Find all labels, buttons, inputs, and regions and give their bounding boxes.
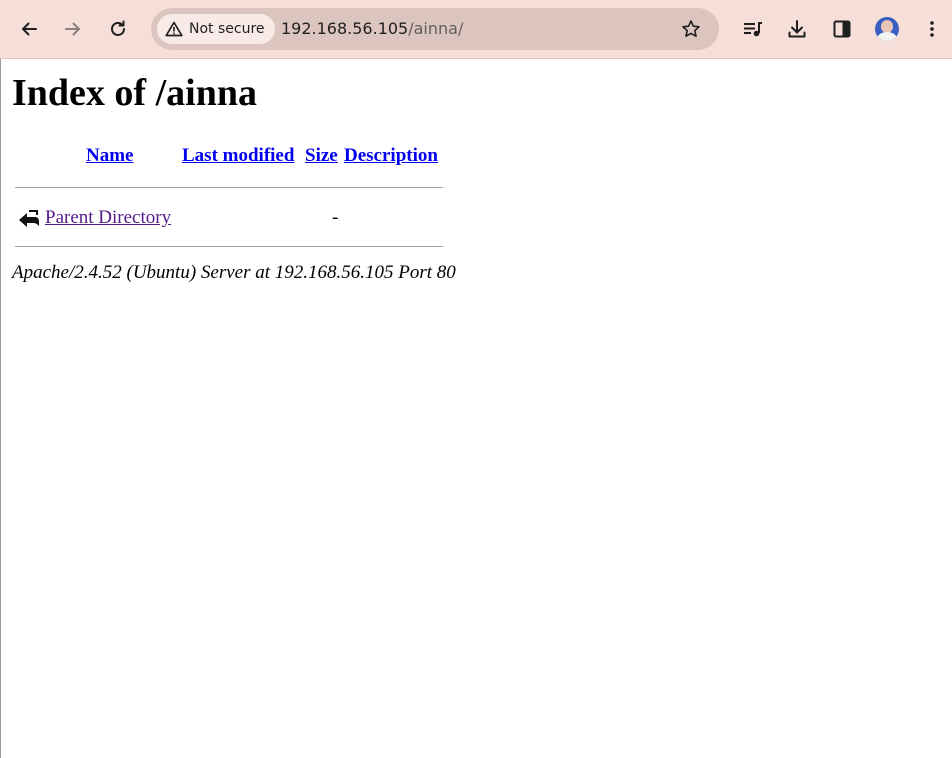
star-icon bbox=[682, 20, 700, 37]
url-host: 192.168.56.105 bbox=[281, 19, 409, 38]
browser-toolbar: Not secure 192.168.56.105/ainna/ bbox=[0, 0, 952, 59]
security-label: Not secure bbox=[189, 21, 265, 37]
profile-avatar[interactable] bbox=[875, 17, 899, 41]
header-divider bbox=[15, 187, 443, 188]
more-vert-icon bbox=[930, 21, 934, 37]
table-row: Parent Directory - bbox=[15, 206, 443, 232]
address-bar[interactable]: Not secure 192.168.56.105/ainna/ bbox=[151, 8, 719, 50]
download-icon bbox=[788, 20, 806, 38]
reload-button[interactable] bbox=[102, 13, 134, 45]
downloads-button[interactable] bbox=[781, 13, 813, 45]
back-arrow-icon bbox=[19, 210, 39, 227]
menu-button[interactable] bbox=[916, 13, 948, 45]
column-description-header[interactable]: Description bbox=[344, 145, 438, 167]
url-text[interactable]: 192.168.56.105/ainna/ bbox=[281, 8, 463, 50]
column-last-modified-header[interactable]: Last modified bbox=[182, 145, 294, 167]
column-name-header[interactable]: Name bbox=[86, 145, 133, 167]
url-path: /ainna/ bbox=[408, 19, 464, 38]
parent-directory-link[interactable]: Parent Directory bbox=[45, 207, 171, 229]
side-panel-icon bbox=[833, 20, 851, 38]
reload-icon bbox=[111, 20, 125, 36]
media-controls-button[interactable] bbox=[737, 13, 769, 45]
size-cell: - bbox=[332, 207, 339, 228]
forward-button[interactable] bbox=[57, 13, 89, 45]
page-title: Index of /ainna bbox=[12, 72, 257, 114]
column-size-header[interactable]: Size bbox=[305, 145, 338, 167]
back-button[interactable] bbox=[13, 13, 45, 45]
side-panel-button[interactable] bbox=[826, 13, 858, 45]
page-content: Index of /ainna Name Last modified Size … bbox=[0, 59, 952, 758]
arrow-left-icon bbox=[22, 22, 37, 36]
playlist-music-icon bbox=[744, 22, 762, 37]
security-indicator[interactable]: Not secure bbox=[157, 14, 275, 44]
server-signature: Apache/2.4.52 (Ubuntu) Server at 192.168… bbox=[12, 262, 456, 283]
warning-icon bbox=[165, 21, 183, 37]
arrow-right-icon bbox=[65, 22, 80, 36]
bookmark-button[interactable] bbox=[679, 17, 703, 41]
footer-divider bbox=[15, 246, 443, 247]
